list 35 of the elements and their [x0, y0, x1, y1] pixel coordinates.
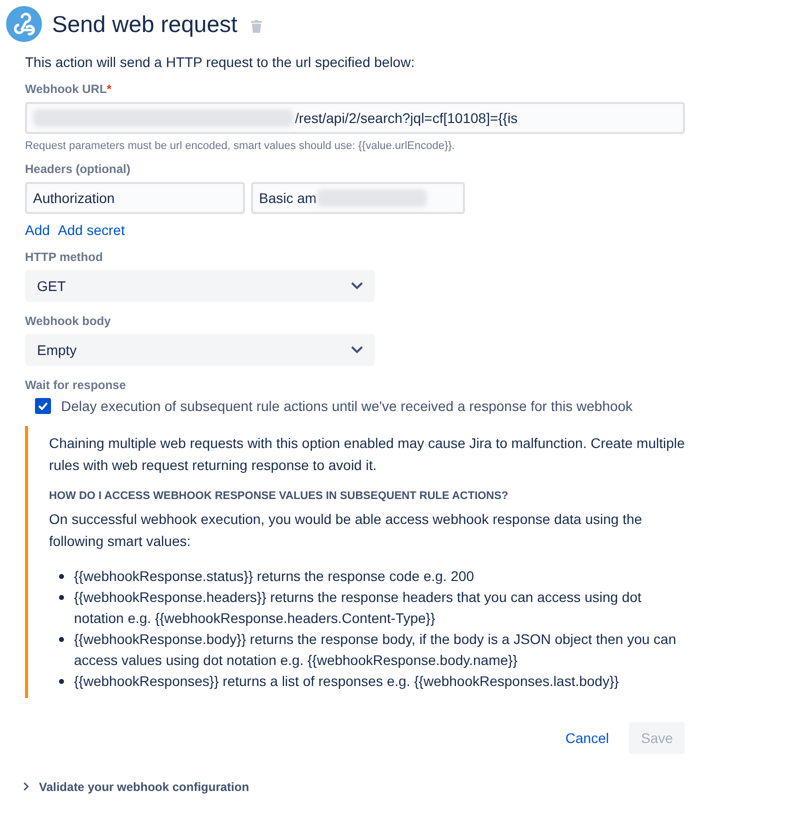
- list-item-text: {{webhookResponses}} returns a list of responses e.g. {{webhookResponses.last.body}}: [74, 672, 619, 691]
- bullet-icon: [59, 595, 64, 600]
- checkmark-icon: [38, 402, 48, 410]
- bullet-icon: [59, 637, 64, 642]
- list-item-text: {{webhookResponse.headers}} returns the response headers that you can access using dot notation e.g. {{webhookResponse.headers.Content-Type}}: [74, 588, 642, 628]
- bullet-icon: [59, 574, 64, 579]
- validate-toggle[interactable]: Validate your webhook configuration: [23, 780, 250, 794]
- intro-text: On successful webhook execution, you would be able access webhook response data using the following smart values:: [49, 510, 644, 551]
- header-value-field[interactable]: Basic am: [251, 182, 465, 214]
- list-item-text: {{webhookResponse.status}} returns the response code e.g. 200: [74, 567, 474, 586]
- chevron-right-icon: [23, 782, 29, 791]
- help-text: Request parameters must be url encoded, smart values should use: {{value.urlEncode}}.: [25, 140, 456, 152]
- field-label: Wait for response: [25, 378, 127, 392]
- field-label: HTTP method: [25, 250, 104, 264]
- section-heading: HOW DO I ACCESS WEBHOOK RESPONSE VALUES IN SUBSEQUENT RULE ACTIONS?: [49, 490, 510, 502]
- list-item-text: {{webhookResponse.body}} returns the response body, if the body is a JSON object then you can access values using dot notation e.g. {{webhookResponse.body.name}}: [74, 630, 678, 670]
- field-label: Webhook body: [25, 314, 112, 328]
- chevron-down-icon: [351, 346, 363, 354]
- checkbox-label: Delay execution of subsequent rule actions until we've received a response for this webhook: [61, 398, 633, 414]
- chevron-down-icon: [351, 282, 363, 290]
- warning-text: Chaining multiple web requests with this option enabled may cause Jira to malfunction. Create multiple rules with web request returning response to avoid it.: [49, 434, 686, 475]
- field-label: Headers (optional): [25, 162, 132, 176]
- bullet-icon: [59, 679, 64, 684]
- page-title: Send web request: [52, 10, 238, 38]
- description-text: This action will send a HTTP request to the url specified below:: [25, 54, 416, 70]
- field-label: Webhook URL*: [25, 82, 112, 96]
- header-name-field[interactable]: Authorization: [25, 182, 245, 214]
- add-link[interactable]: Add secret: [58, 222, 125, 238]
- add-link[interactable]: Add: [25, 222, 50, 238]
- url-field[interactable]: /rest/api/2/search?jql=cf[10108]={{is: [25, 102, 685, 134]
- body-select[interactable]: Empty: [25, 334, 375, 366]
- webhook-icon: [6, 6, 42, 42]
- checkbox[interactable]: [35, 398, 51, 414]
- method-select[interactable]: GET: [25, 270, 375, 302]
- cancel-button[interactable]: Cancel: [553, 722, 621, 754]
